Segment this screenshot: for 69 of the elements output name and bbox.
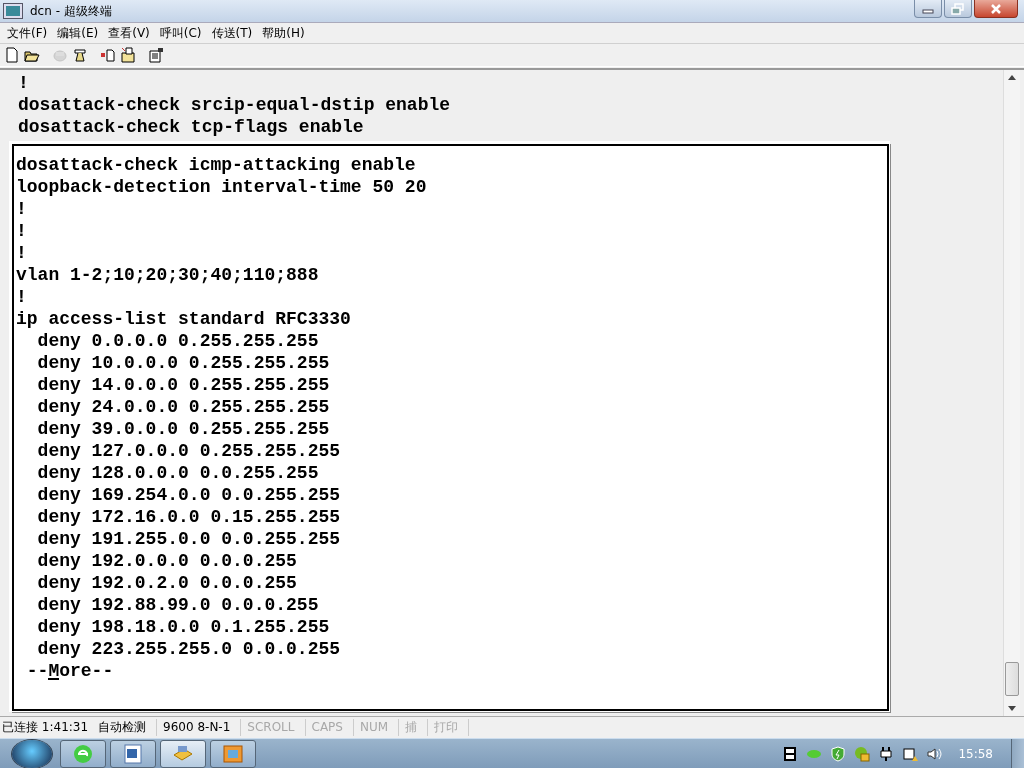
status-text: CAPS (305, 719, 354, 736)
terminal-line: deny 169.254.0.0 0.0.255.255 (36, 484, 342, 506)
terminal-line: ! (15, 242, 28, 264)
terminal-line: deny 14.0.0.0 0.255.255.255 (36, 374, 331, 396)
text-cursor (48, 678, 59, 680)
document-icon (122, 743, 144, 765)
terminal-line: deny 192.88.99.0 0.0.0.255 (36, 594, 320, 616)
restore-icon (951, 2, 965, 15)
terminal-line: deny 172.16.0.0 0.15.255.255 (36, 506, 342, 528)
terminal-line: ! (15, 286, 28, 308)
shield-icon[interactable] (830, 746, 847, 762)
terminal-line: deny 127.0.0.0 0.255.255.255 (36, 440, 342, 462)
status-text: 自动检测 (92, 719, 158, 736)
terminal-line: ip access-list standard RFC3330 (15, 308, 352, 330)
menu-item[interactable]: 文件(F) (2, 24, 53, 42)
terminal-line: deny 10.0.0.0 0.255.255.255 (36, 352, 331, 374)
scrollbar[interactable] (1003, 70, 1020, 716)
restore-button[interactable] (944, 0, 972, 18)
terminal-line: deny 128.0.0.0 0.0.255.255 (36, 462, 320, 484)
terminal-line: ! (17, 72, 30, 94)
terminal-line: --More-- (25, 660, 114, 682)
speaker-icon[interactable] (926, 746, 943, 762)
film-icon[interactable] (782, 746, 799, 762)
menu-item[interactable]: 查看(V) (103, 24, 155, 42)
terminal-line: deny 24.0.0.0 0.255.255.255 (36, 396, 331, 418)
terminal-line: ! (15, 198, 28, 220)
menu-item[interactable]: 传送(T) (206, 24, 258, 42)
terminal-line: vlan 1-2;10;20;30;40;110;888 (15, 264, 320, 286)
terminal-line: deny 192.0.2.0 0.0.0.255 (36, 572, 298, 594)
terminal-line: deny 0.0.0.0 0.255.255.255 (36, 330, 320, 352)
minimize-button[interactable] (914, 0, 942, 18)
status-text: 已连接 1:41:31 (1, 719, 90, 736)
taskbar-button[interactable] (210, 740, 256, 768)
scroll-thumb[interactable] (1005, 662, 1019, 696)
new-file-icon[interactable] (4, 47, 20, 63)
terminal-line: dosattack-check srcip-equal-dstip enable (17, 94, 452, 116)
terminal-line: loopback-detection interval-time 50 20 (15, 176, 428, 198)
properties-icon[interactable] (148, 47, 164, 63)
start-button[interactable] (12, 740, 52, 768)
taskbar-button[interactable] (110, 740, 156, 768)
terminal-line: dosattack-check tcp-flags enable (17, 116, 365, 138)
close-button[interactable] (974, 0, 1018, 18)
terminal-line: ! (15, 220, 28, 242)
terminal-line: deny 191.255.0.0 0.0.255.255 (36, 528, 342, 550)
terminal-line: deny 223.255.255.0 0.0.0.255 (36, 638, 342, 660)
app-icon (4, 4, 22, 18)
receive-file-icon[interactable] (120, 47, 136, 63)
send-file-icon[interactable] (100, 47, 116, 63)
status-text: NUM (353, 719, 400, 736)
plug-icon[interactable] (878, 746, 895, 762)
menu-item[interactable]: 编辑(E) (52, 24, 104, 42)
window-title: dcn - 超级终端 (30, 2, 113, 20)
status-text: 捕 (399, 719, 429, 736)
clock: 15:58 (958, 747, 993, 761)
terminal-line: dosattack-check icmp-attacking enable (15, 154, 417, 176)
terminal-line: deny 192.0.0.0 0.0.0.255 (36, 550, 298, 572)
window-icon (222, 743, 244, 765)
browser-icon (72, 743, 94, 765)
terminal-line: deny 39.0.0.0 0.255.255.255 (36, 418, 331, 440)
taskbar-button[interactable] (160, 740, 206, 768)
taskbar-button[interactable] (60, 740, 106, 768)
status-text: SCROLL (241, 719, 306, 736)
menu-item[interactable]: 呼叫(C) (154, 24, 207, 42)
status-text: 打印 (428, 719, 470, 736)
terminal-line: deny 198.18.0.0 0.1.255.255 (36, 616, 331, 638)
close-icon (989, 2, 1003, 15)
menu-item[interactable]: 帮助(H) (257, 24, 310, 42)
status-text: 9600 8-N-1 (157, 719, 242, 736)
show-desktop-button[interactable] (1011, 739, 1024, 768)
